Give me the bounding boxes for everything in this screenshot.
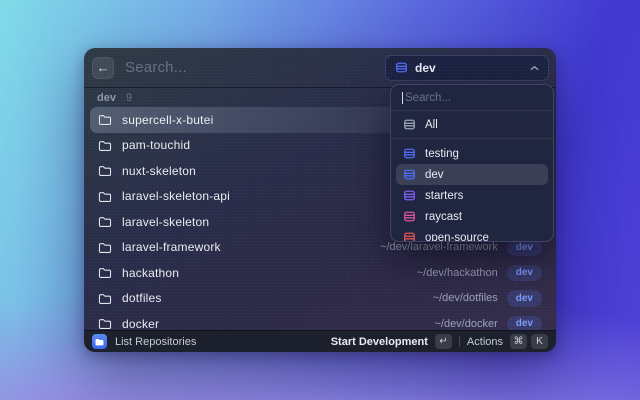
dropdown-item[interactable]: dev bbox=[396, 164, 548, 185]
dropdown-item-label: All bbox=[425, 118, 438, 131]
filter-selected-value: dev bbox=[415, 60, 436, 75]
folder-icon bbox=[98, 241, 112, 254]
section-label: dev bbox=[97, 92, 116, 104]
dropdown-item-label: raycast bbox=[425, 210, 463, 223]
repo-path: ~/dev/dotfiles bbox=[432, 292, 498, 305]
dropdown-item-label: open-source bbox=[425, 231, 489, 242]
drawer-icon bbox=[403, 231, 416, 241]
repo-path: ~/dev/hackathon bbox=[416, 266, 498, 279]
drawer-icon bbox=[403, 147, 416, 160]
list-item[interactable]: hackathon ~/dev/hackathon dev bbox=[90, 260, 550, 286]
drawer-icon bbox=[403, 189, 416, 202]
repo-name: pam-touchid bbox=[122, 138, 191, 153]
app-icon bbox=[92, 334, 107, 349]
dropdown-item[interactable]: raycast bbox=[396, 206, 548, 227]
drawer-icon bbox=[403, 210, 416, 223]
folder-icon bbox=[98, 190, 112, 203]
dropdown-items: All testing dev starters raycast open-so… bbox=[391, 111, 553, 242]
dropdown-item[interactable]: All bbox=[391, 111, 553, 138]
repo-name: docker bbox=[122, 316, 160, 331]
desktop-background: ← Search... dev dev 9 supercell-x-butei … bbox=[0, 0, 640, 400]
dropdown-item-label: dev bbox=[425, 168, 444, 181]
repo-badge: dev bbox=[506, 290, 542, 307]
filter-dropdown-panel: Search... All testing dev starters rayca… bbox=[390, 84, 554, 242]
app-title: List Repositories bbox=[115, 335, 197, 348]
drawer-icon bbox=[403, 118, 416, 131]
folder-icon bbox=[95, 338, 104, 345]
folder-icon bbox=[98, 139, 112, 152]
dropdown-search-placeholder: Search... bbox=[405, 91, 452, 104]
divider bbox=[391, 138, 553, 139]
repo-name: supercell-x-butei bbox=[122, 112, 214, 127]
dropdown-item-label: starters bbox=[425, 189, 464, 202]
return-key: ↵ bbox=[434, 334, 452, 349]
action-bar: List Repositories Start Development ↵ Ac… bbox=[84, 330, 556, 352]
repo-meta: ~/dev/hackathon dev bbox=[416, 264, 542, 281]
divider bbox=[458, 336, 460, 347]
repo-name: dotfiles bbox=[122, 291, 162, 306]
search-bar: ← Search... dev bbox=[84, 48, 556, 88]
repo-meta: ~/dev/dotfiles dev bbox=[433, 290, 542, 307]
back-button[interactable]: ← bbox=[92, 56, 114, 79]
arrow-left-icon: ← bbox=[96, 60, 110, 75]
actions-shortcut-keys: ⌘ K bbox=[510, 334, 548, 349]
repo-name: laravel-skeleton-api bbox=[122, 189, 231, 204]
cmd-key: ⌘ bbox=[510, 334, 527, 349]
primary-action-button[interactable]: Start Development ↵ bbox=[331, 334, 452, 349]
chevron-up-icon bbox=[530, 65, 539, 71]
folder-icon bbox=[98, 164, 112, 177]
section-count: 9 bbox=[125, 92, 133, 104]
repo-path: ~/dev/laravel-framework bbox=[380, 241, 498, 254]
list-item[interactable]: dotfiles ~/dev/dotfiles dev bbox=[90, 286, 550, 312]
dropdown-item-label: testing bbox=[425, 147, 459, 160]
dropdown-search-input[interactable]: Search... bbox=[391, 85, 553, 111]
folder-icon bbox=[98, 266, 112, 279]
dropdown-item[interactable]: open-source bbox=[396, 227, 548, 242]
primary-action-label: Start Development bbox=[330, 335, 428, 348]
repo-name: laravel-framework bbox=[122, 240, 221, 255]
dropdown-item[interactable]: starters bbox=[396, 185, 548, 206]
repo-path: ~/dev/docker bbox=[434, 317, 498, 330]
text-caret bbox=[402, 91, 403, 104]
drawer-icon bbox=[395, 61, 408, 74]
footer-actions: Start Development ↵ Actions ⌘ K bbox=[331, 334, 548, 349]
actions-button[interactable]: Actions ⌘ K bbox=[467, 334, 548, 349]
actions-label: Actions bbox=[466, 335, 503, 348]
repository-filter-dropdown[interactable]: dev bbox=[385, 54, 549, 81]
folder-icon bbox=[98, 215, 112, 228]
repo-name: hackathon bbox=[122, 265, 180, 280]
dropdown-item[interactable]: testing bbox=[396, 143, 548, 164]
repo-name: laravel-skeleton bbox=[122, 214, 210, 229]
folder-icon bbox=[98, 317, 112, 330]
k-key: K bbox=[531, 334, 548, 349]
folder-icon bbox=[98, 292, 112, 305]
launcher-window: ← Search... dev dev 9 supercell-x-butei … bbox=[84, 48, 556, 352]
folder-icon bbox=[98, 113, 112, 126]
drawer-icon bbox=[403, 168, 416, 181]
search-input[interactable]: Search... bbox=[125, 59, 385, 76]
repo-name: nuxt-skeleton bbox=[122, 163, 196, 178]
repo-badge: dev bbox=[506, 264, 542, 281]
